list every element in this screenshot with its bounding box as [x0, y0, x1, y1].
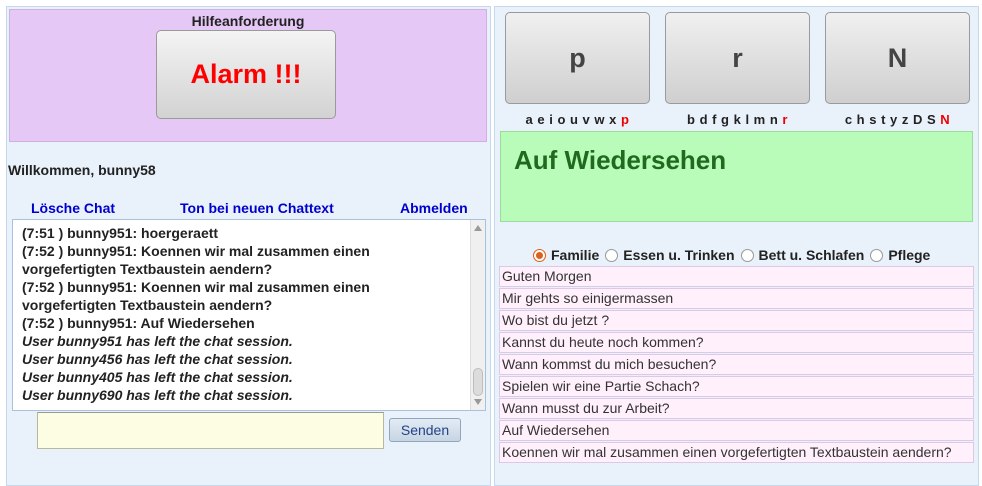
category-option[interactable]: Bett u. Schlafen: [740, 247, 865, 263]
letter-group-button-r[interactable]: r: [665, 12, 810, 104]
category-option[interactable]: Pflege: [870, 247, 930, 263]
clear-chat-link[interactable]: Lösche Chat: [31, 200, 115, 216]
category-option[interactable]: Familie: [533, 247, 599, 263]
letter-chars: c h s t y z D S: [844, 112, 937, 127]
radio-button[interactable]: [533, 248, 546, 262]
phrase-item[interactable]: Wann kommst du mich besuchen?: [499, 354, 974, 375]
radio-button[interactable]: [605, 248, 619, 262]
phrase-item[interactable]: Wo bist du jetzt ?: [499, 310, 974, 331]
radio-button[interactable]: [870, 248, 884, 262]
category-label: Pflege: [888, 247, 931, 263]
display-phrase-text: Auf Wiedersehen: [514, 145, 727, 175]
chat-line: User bunny405 has left the chat session.: [22, 369, 293, 385]
chat-lines: (7:51 ) bunny951: hoergeraett (7:52 ) bun…: [22, 224, 462, 404]
phrase-item[interactable]: Auf Wiedersehen: [499, 420, 974, 441]
message-input[interactable]: [37, 412, 384, 449]
chat-line: vorgefertigten Textbaustein aendern?: [22, 297, 273, 313]
chat-line: (7:52 ) bunny951: Auf Wiedersehen: [22, 315, 255, 331]
chat-line: (7:51 ) bunny951: hoergeraett: [22, 225, 219, 241]
letter-highlight: p: [620, 112, 630, 127]
sound-toggle-link[interactable]: Ton bei neuen Chattext: [180, 200, 334, 216]
scroll-down-icon[interactable]: [474, 399, 482, 405]
phrase-list: Guten Morgen Mir gehts so einigermassen Wo…: [499, 266, 974, 464]
category-option[interactable]: Essen u. Trinken: [605, 247, 735, 263]
phrase-item[interactable]: Koennen wir mal zusammen einen vorgefert…: [499, 442, 974, 463]
scroll-thumb[interactable]: [473, 368, 483, 396]
chat-line: (7:52 ) bunny951: Koennen wir mal zusamm…: [22, 243, 370, 259]
chat-line: User bunny690 has left the chat session.: [22, 387, 293, 403]
chat-log: (7:51 ) bunny951: hoergeraett (7:52 ) bun…: [12, 219, 486, 411]
scroll-up-icon[interactable]: [474, 225, 482, 231]
chat-scrollbar[interactable]: [470, 220, 485, 410]
welcome-message: Willkommen, bunny58: [8, 162, 156, 178]
category-radio-group: Familie Essen u. Trinken Bett u. Schlafen P…: [533, 247, 936, 263]
chat-line: (7:52 ) bunny951: Koennen wir mal zusamm…: [22, 279, 370, 295]
phrase-item[interactable]: Guten Morgen: [499, 266, 974, 287]
phrase-display: Auf Wiedersehen: [500, 131, 973, 222]
chat-line: User bunny456 has left the chat session.: [22, 351, 293, 367]
letter-highlight: N: [940, 112, 951, 127]
category-label: Familie: [551, 247, 600, 263]
chat-line: User bunny951 has left the chat session.: [22, 333, 293, 349]
phrase-item[interactable]: Wann musst du zur Arbeit?: [499, 398, 974, 419]
left-panel: Hilfeanforderung Alarm !!! Willkommen, b…: [6, 6, 491, 486]
letter-chars: a e i o u v w x: [525, 112, 617, 127]
category-label: Essen u. Trinken: [623, 247, 735, 263]
letter-group-chars-n: c h s t y z D S N: [825, 112, 970, 127]
send-button[interactable]: Senden: [389, 418, 461, 442]
letter-group-button-n[interactable]: N: [825, 12, 970, 104]
category-label: Bett u. Schlafen: [758, 247, 865, 263]
alarm-button[interactable]: Alarm !!!: [156, 30, 336, 119]
radio-button[interactable]: [740, 248, 754, 262]
letter-group-button-p[interactable]: p: [505, 12, 650, 104]
help-title: Hilfeanforderung: [191, 13, 305, 29]
letter-group-chars-r: b d f g k l m n r: [665, 112, 810, 127]
phrase-item[interactable]: Mir gehts so einigermassen: [499, 288, 974, 309]
phrase-item[interactable]: Kannst du heute noch kommen?: [499, 332, 974, 353]
letter-group-chars-p: a e i o u v w x p: [505, 112, 650, 127]
phrase-item[interactable]: Spielen wir eine Partie Schach?: [499, 376, 974, 397]
chat-line: vorgefertigten Textbaustein aendern?: [22, 261, 273, 277]
help-request-panel: Hilfeanforderung Alarm !!!: [9, 9, 487, 142]
logout-link[interactable]: Abmelden: [400, 200, 468, 216]
letter-chars: b d f g k l m n: [687, 112, 779, 127]
right-panel: p r N a e i o u v w x p b d f g k l m n …: [494, 6, 979, 486]
letter-highlight: r: [782, 112, 788, 127]
